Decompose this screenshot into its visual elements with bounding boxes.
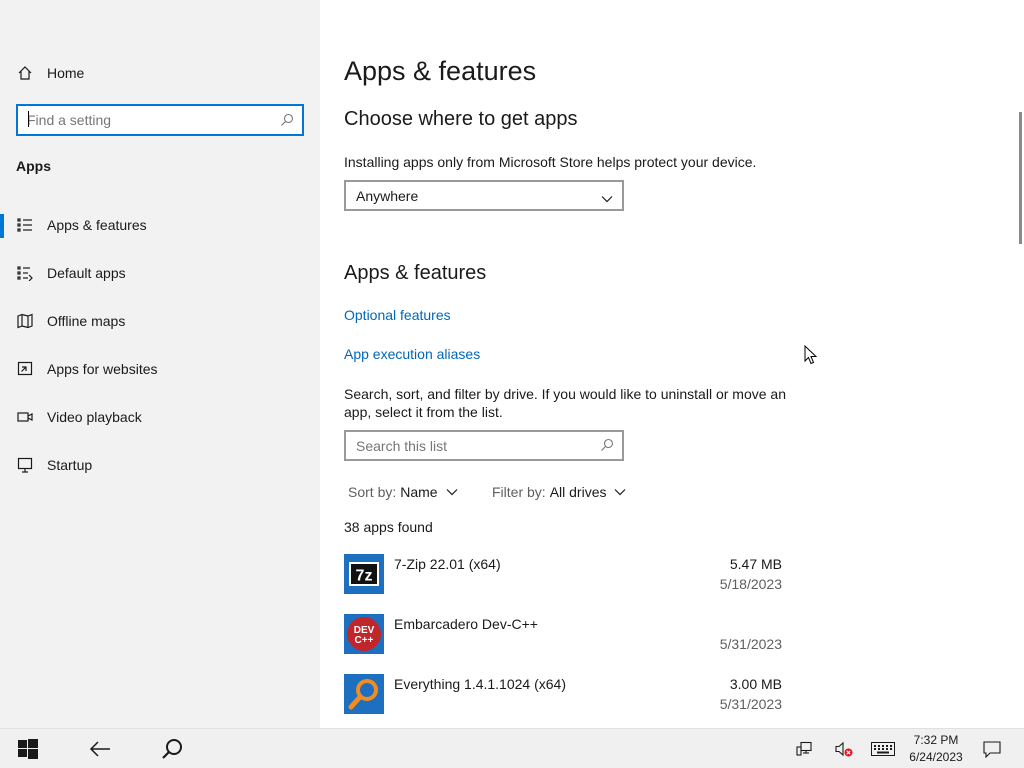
find-setting-input[interactable]: [18, 106, 268, 134]
section-label: Apps: [16, 158, 51, 174]
network-icon[interactable]: [792, 729, 816, 768]
choose-heading: Choose where to get apps: [344, 108, 578, 130]
list-item-everything[interactable]: Everything 1.4.1.1024 (x64) 3.00 MB 5/31…: [344, 674, 784, 730]
search-list-box[interactable]: [344, 430, 624, 461]
sidebar-item-label: Apps & features: [47, 217, 147, 233]
map-icon: [16, 312, 34, 330]
main-content: Apps & features Choose where to get apps…: [320, 0, 1024, 728]
start-button[interactable]: [8, 729, 48, 768]
sidebar-item-label: Default apps: [47, 265, 126, 281]
settings-sidebar: Home Apps Apps & features Default apps O…: [0, 0, 320, 728]
app-source-dropdown[interactable]: Anywhere: [344, 180, 624, 211]
app-size: 5.47 MB: [729, 556, 782, 572]
taskbar-clock[interactable]: 7:32 PM 6/24/2023: [900, 732, 972, 766]
sidebar-item-default-apps[interactable]: Default apps: [0, 253, 320, 293]
chevron-down-icon: [601, 190, 613, 208]
sidebar-item-startup[interactable]: Startup: [0, 445, 320, 485]
sidebar-item-label: Video playback: [47, 409, 142, 425]
page-title: Apps & features: [344, 56, 537, 86]
app-size: 3.00 MB: [729, 676, 782, 692]
sidebar-item-label: Offline maps: [47, 313, 126, 329]
sidebar-item-video-playback[interactable]: Video playback: [0, 397, 320, 437]
search-button[interactable]: [152, 729, 192, 768]
search-icon[interactable]: [600, 438, 614, 457]
search-list-input[interactable]: [346, 432, 586, 459]
app-date: 5/18/2023: [719, 576, 782, 592]
keyboard-icon[interactable]: [868, 729, 898, 768]
devcpp-icon: DEV C++: [344, 614, 384, 654]
volume-muted-icon[interactable]: [832, 729, 856, 768]
svg-text:7z: 7z: [356, 568, 373, 585]
startup-icon: [16, 456, 34, 474]
search-icon: [162, 739, 182, 759]
back-arrow-icon: [89, 741, 110, 757]
video-icon: [16, 408, 34, 426]
sort-by-dropdown[interactable]: Sort by: Name: [348, 484, 458, 500]
apps-websites-icon: [16, 360, 34, 378]
home-nav-item[interactable]: Home: [0, 53, 320, 93]
features-description: Search, sort, and filter by drive. If yo…: [344, 386, 786, 420]
app-date: 5/31/2023: [719, 696, 782, 712]
apps-count: 38 apps found: [344, 519, 433, 535]
home-icon: [16, 64, 34, 82]
sidebar-item-label: Apps for websites: [47, 361, 158, 377]
features-heading: Apps & features: [344, 262, 487, 284]
notifications-icon[interactable]: [980, 729, 1004, 768]
sort-by-label: Sort by:: [348, 484, 397, 500]
app-date: 5/31/2023: [719, 636, 782, 652]
chevron-down-icon: [615, 489, 626, 496]
list-icon: [16, 216, 34, 234]
sidebar-item-apps-features[interactable]: Apps & features: [0, 205, 320, 245]
list-item-7zip[interactable]: 7z 7-Zip 22.01 (x64) 5.47 MB 5/18/2023: [344, 554, 784, 610]
7zip-icon: 7z: [344, 554, 384, 594]
app-execution-aliases-link[interactable]: App execution aliases: [344, 346, 480, 362]
find-setting-search[interactable]: [16, 104, 304, 136]
home-label: Home: [47, 65, 85, 81]
sidebar-item-apps-for-websites[interactable]: Apps for websites: [0, 349, 320, 389]
search-icon[interactable]: [280, 113, 294, 132]
filter-by-value: All drives: [549, 484, 607, 500]
optional-features-link[interactable]: Optional features: [344, 307, 451, 323]
everything-icon: [344, 674, 384, 714]
text-caret: [28, 111, 29, 127]
sidebar-item-offline-maps[interactable]: Offline maps: [0, 301, 320, 341]
svg-text:C++: C++: [355, 635, 374, 646]
list-item-devcpp[interactable]: DEV C++ Embarcadero Dev-C++ 5/31/2023: [344, 614, 784, 670]
app-name: Embarcadero Dev-C++: [394, 616, 538, 632]
sidebar-item-label: Startup: [47, 457, 93, 473]
filter-by-label: Filter by:: [492, 484, 546, 500]
clock-date: 6/24/2023: [909, 750, 963, 764]
filter-by-dropdown[interactable]: Filter by: All drives: [492, 484, 626, 500]
sort-by-value: Name: [400, 484, 438, 500]
chevron-down-icon: [446, 489, 458, 496]
app-name: Everything 1.4.1.1024 (x64): [394, 676, 566, 692]
choose-description: Installing apps only from Microsoft Stor…: [344, 154, 757, 170]
taskbar: 7:32 PM 6/24/2023: [0, 728, 1024, 768]
mouse-cursor-icon: [804, 344, 818, 370]
back-button[interactable]: [80, 729, 120, 768]
vertical-scrollbar[interactable]: [1019, 112, 1022, 244]
app-source-selected: Anywhere: [356, 187, 419, 204]
windows-logo-icon: [18, 739, 38, 759]
clock-time: 7:32 PM: [913, 733, 959, 747]
default-apps-icon: [16, 264, 34, 282]
app-name: 7-Zip 22.01 (x64): [394, 556, 501, 572]
